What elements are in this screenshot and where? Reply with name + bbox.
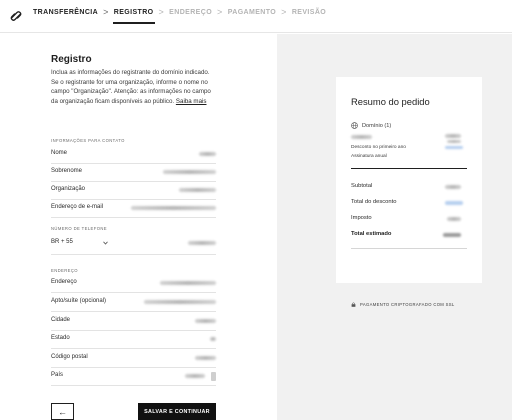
organization-field[interactable]: Organização [51,182,216,200]
email-field[interactable]: Endereço de e-mail [51,200,216,218]
redacted-price [445,134,461,138]
order-summary-card: Resumo do pedido Domínio (1) Desconto no… [336,77,482,307]
field-label: Organização [51,186,86,192]
breadcrumb-separator: > [103,7,109,17]
country-dropdown-toggle[interactable] [211,372,216,381]
redacted-value [199,152,216,156]
city-field[interactable]: Cidade [51,313,216,331]
breadcrumb-step-revisao: REVISÃO [291,9,327,16]
redacted-value [131,206,216,210]
breadcrumb: TRANSFERÊNCIA > REGISTRO > ENDEREÇO > PA… [33,7,327,24]
secure-payment-note: PAGAMENTO CRIPTOGRAFADO COM SSL [351,302,455,307]
first-year-discount-note: Desconto no primeiro ano [351,145,406,150]
address-section-heading: ENDEREÇO [51,268,78,273]
redacted-value [210,337,216,341]
redacted-discount [445,146,463,149]
redacted-subtotal [445,185,461,189]
field-label: Nome [51,150,68,156]
globe-icon [351,122,358,129]
redacted-value [185,374,205,378]
summary-divider [351,168,467,169]
page-title: Registro [51,54,92,65]
first-name-field[interactable]: Nome [51,146,216,164]
state-field[interactable]: Estado [51,331,216,349]
redacted-estimated-total [443,233,461,237]
field-label: Código postal [51,354,88,360]
squarespace-logo-icon[interactable] [9,9,23,23]
redacted-value [144,300,216,304]
learn-more-link[interactable]: Saiba mais [176,98,207,105]
redacted-value [195,356,216,360]
apartment-field[interactable]: Apto/suíte (opcional) [51,294,216,312]
redacted-value [195,319,216,323]
breadcrumb-separator: > [281,7,287,17]
field-label: Endereço [51,279,77,285]
breadcrumb-step-transferencia[interactable]: TRANSFERÊNCIA [33,9,98,16]
phone-section-heading: NÚMERO DE TELEFONE [51,226,107,231]
field-label: Estado [51,335,70,341]
summary-divider-light [351,248,467,249]
registration-panel: Registro Inclua as informações do regist… [0,34,277,420]
estimated-total-label: Total estimado [351,231,392,237]
top-bar: TRANSFERÊNCIA > REGISTRO > ENDEREÇO > PA… [0,0,512,33]
order-summary-panel: Resumo do pedido Domínio (1) Desconto no… [277,34,512,420]
registration-description: Inclua as informações do registrante do … [51,68,211,106]
country-field[interactable]: País [51,368,216,386]
redacted-value [160,281,216,285]
redacted-value [179,188,216,192]
breadcrumb-separator: > [217,7,223,17]
phone-field[interactable]: BR + 55 [51,237,216,255]
field-label: País [51,372,64,378]
redacted-value [163,170,216,174]
subtotal-label: Subtotal [351,183,373,189]
last-name-field[interactable]: Sobrenome [51,164,216,182]
breadcrumb-step-registro[interactable]: REGISTRO [112,9,155,24]
field-label: Cidade [51,317,71,323]
discount-total-label: Total do desconto [351,199,397,205]
summary-title: Resumo do pedido [351,96,430,107]
breadcrumb-step-pagamento: PAGAMENTO [227,9,277,16]
redacted-domain-name [351,135,372,139]
breadcrumb-separator: > [158,7,165,17]
annual-subscription-note: Assinatura anual [351,154,387,159]
postal-code-field[interactable]: Código postal [51,350,216,368]
arrow-left-icon: ← [58,406,67,417]
field-label: Apto/suíte (opcional) [51,298,107,304]
redacted-value [188,241,216,245]
save-and-continue-button[interactable]: SALVAR E CONTINUAR [138,403,216,420]
tax-label: Imposto [351,215,372,221]
redacted-discount-total [445,201,463,205]
domain-count-label: Domínio (1) [362,123,392,129]
redacted-price-detail [447,140,461,143]
field-label: Sobrenome [51,168,83,174]
chevron-down-icon[interactable] [103,241,108,245]
breadcrumb-step-endereco: ENDEREÇO [169,9,213,16]
lock-icon [351,302,356,307]
back-button[interactable]: ← [51,403,74,420]
redacted-tax [447,217,461,221]
address-field[interactable]: Endereço [51,275,216,293]
phone-country-code[interactable]: BR + 55 [51,239,73,245]
secure-payment-label: PAGAMENTO CRIPTOGRAFADO COM SSL [360,302,455,307]
field-label: Endereço de e-mail [51,204,104,210]
contact-section-heading: INFORMAÇÕES PARA CONTATO [51,138,125,143]
